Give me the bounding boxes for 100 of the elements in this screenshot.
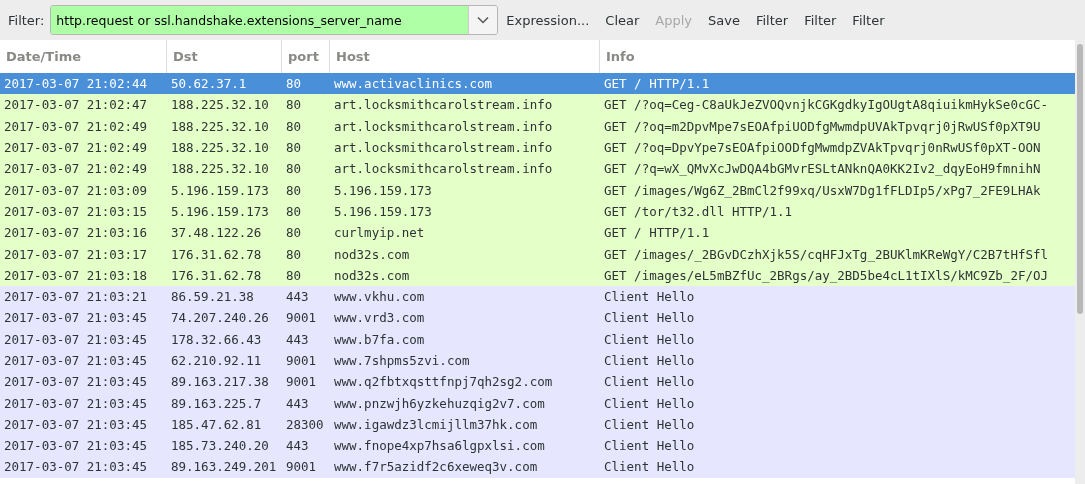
date-cell-text: 2017-03-07 21:03:45 xyxy=(3,331,148,347)
table-row[interactable]: 2017-03-07 21:03:45 89.163.249.201 9001 www.f7r5azidf2c6xeweq3v.com Client Hello xyxy=(0,456,1075,478)
dropdown-button[interactable] xyxy=(468,6,498,34)
host-cell-text: www.pnzwjh6yzkehuzqig2v7.com xyxy=(333,395,546,411)
toolbar-button[interactable]: Clear xyxy=(597,6,648,34)
port-cell-text: 80 xyxy=(285,140,303,156)
date-cell-text: 2017-03-07 21:03:45 xyxy=(3,459,148,475)
address-cell-text: 86.59.21.38 xyxy=(170,289,255,305)
port-cell-text: 80 xyxy=(285,76,303,92)
date-cell-text: 2017-03-07 21:03:45 xyxy=(3,416,148,432)
port-cell-text: 80 xyxy=(285,118,303,134)
table-row[interactable]: 2017-03-07 21:02:49 188.225.32.10 80 art.locksmithcarolstream.info GET /?q=wX_QMvXcJwDQA4bGMvrESLtANknQA0KK2Iv2_dqyEoH9fmnihN xyxy=(0,158,1075,180)
port-cell-text: 9001 xyxy=(285,310,318,326)
host-cell-text: www.fnope4xp7hsa6lgpxlsi.com xyxy=(333,438,546,454)
port-cell-text: 9001 xyxy=(285,374,318,390)
host-cell-text: art.locksmithcarolstream.info xyxy=(333,97,554,113)
port-cell-text: 80 xyxy=(285,225,303,241)
table-row[interactable]: 2017-03-07 21:02:49 188.225.32.10 80 art.locksmithcarolstream.info GET /?oq=DpvYpe7sEOAfpiOODfgMwmdpZVAkTpvqrj0nRwUSf0pXT-OON xyxy=(0,136,1075,159)
host-cell-text: art.locksmithcarolstream.info xyxy=(333,140,554,156)
toolbar-button[interactable]: Filter xyxy=(796,6,845,34)
info-cell-text: Client Hello xyxy=(603,416,696,432)
info-cell-text: GET /images/_2BGvDCzhXjk5S/cqHFJxTg_2BUKlmKReWgY/C2B7tHfSfl xyxy=(603,246,1049,262)
port-cell-text: 443 xyxy=(285,395,310,411)
host-cell-text: 5.196.159.173 xyxy=(333,203,433,219)
filter-field[interactable]: http.request or ssl.handshake.extensions_server_name xyxy=(50,5,499,35)
host-cell-text: 5.196.159.173 xyxy=(333,182,433,198)
toolbar-button[interactable]: Save xyxy=(700,6,748,34)
table-row[interactable]: 2017-03-07 21:03:45 185.47.62.81 28300 www.igawdz3lcmijllm37hk.com Client Hello xyxy=(0,413,1075,436)
table-row[interactable]: 2017-03-07 21:03:18 176.31.62.78 80 nod32s.com GET /images/eL5mBZfUc_2BRgs/ay_2BD5be4cL1tIXlS/kMC9Zb_2F/OJ xyxy=(0,264,1075,286)
table-row[interactable]: 2017-03-07 21:03:45 178.32.66.43 443 www.b7fa.com Client Hello xyxy=(0,328,1075,350)
port-cell-text: 80 xyxy=(285,97,303,113)
address-cell-text: 89.163.225.7 xyxy=(170,395,263,411)
port-cell-text: 443 xyxy=(285,438,310,454)
date-cell-text: 2017-03-07 21:03:45 xyxy=(3,374,148,390)
address-cell-text: 188.225.32.10 xyxy=(170,140,270,156)
address-cell-text: 188.225.32.10 xyxy=(170,161,270,177)
table-row[interactable]: 2017-03-07 21:03:21 86.59.21.38 443 www.vkhu.com Client Hello xyxy=(0,285,1075,308)
date-cell-text: 2017-03-07 21:03:16 xyxy=(3,225,148,241)
table-row[interactable]: 2017-03-07 21:03:09 5.196.159.173 80 5.196.159.173 GET /images/Wg6Z_2BmCl2f99xq/UsxW7Dg1fFLDIp5/xPg7_2FE9LHAk xyxy=(0,179,1075,201)
info-cell-text: GET /?q=wX_QMvXcJwDQA4bGMvrESLtANknQA0KK2Iv2_dqyEoH9fmnihN xyxy=(603,161,1042,177)
date-cell-text: 2017-03-07 21:02:49 xyxy=(3,140,148,156)
host-cell-text: art.locksmithcarolstream.info xyxy=(333,118,554,134)
table-row[interactable]: 2017-03-07 21:02:47 188.225.32.10 80 art.locksmithcarolstream.info GET /?oq=Ceg-C8aUkJeZVOQvnjkCGKgdkyIgOUgtA8qiuikmHykSe0cGC- xyxy=(0,94,1075,116)
table-row[interactable]: 2017-03-07 21:03:15 5.196.159.173 80 5.196.159.173 GET /tor/t32.dll HTTP/1.1 xyxy=(0,200,1075,223)
toolbar-button[interactable]: Filter xyxy=(844,6,893,34)
table-row[interactable]: 2017-03-07 21:03:16 37.48.122.26 80 curlmyip.net GET / HTTP/1.1 xyxy=(0,222,1075,244)
table-row[interactable]: 2017-03-07 21:03:45 185.73.240.20 443 www.fnope4xp7hsa6lgpxlsi.com Client Hello xyxy=(0,435,1075,457)
table-row[interactable]: 2017-03-07 21:02:49 188.225.32.10 80 art.locksmithcarolstream.info GET /?oq=m2DpvMpe7sEOAfpiUODfgMwmdpUVAkTpvqrj0jRwUSf0pXT9U xyxy=(0,115,1075,137)
host-cell-text: art.locksmithcarolstream.info xyxy=(333,161,554,177)
address-cell-text: 188.225.32.10 xyxy=(170,97,270,113)
table-row[interactable]: 2017-03-07 21:03:45 74.207.240.26 9001 www.vrd3.com Client Hello xyxy=(0,307,1075,329)
port-cell-text: 9001 xyxy=(285,353,318,368)
scrollbar-thumb[interactable] xyxy=(1077,44,1083,314)
address-cell-text: 5.196.159.173 xyxy=(170,182,270,198)
toolbar-button[interactable]: Filter xyxy=(747,6,797,34)
info-cell-text: GET /tor/t32.dll HTTP/1.1 xyxy=(603,203,794,219)
host-cell-text: www.vkhu.com xyxy=(333,289,426,305)
chevron-down-icon xyxy=(477,16,490,24)
info-cell-text: GET / HTTP/1.1 xyxy=(603,225,711,241)
info-cell-text: Client Hello xyxy=(603,289,696,305)
address-cell-text: 5.196.159.173 xyxy=(170,203,270,219)
toolbar-button[interactable]: Expression... xyxy=(498,6,598,34)
table-row[interactable]: 2017-03-07 21:03:45 62.210.92.11 9001 www.7shpms5zvi.com Client Hello xyxy=(0,349,1075,372)
port-cell-text: 80 xyxy=(285,267,303,283)
host-cell-text: www.b7fa.com xyxy=(333,331,426,347)
info-cell-text: GET /images/Wg6Z_2BmCl2f99xq/UsxW7Dg1fFLDIp5/xPg7_2FE9LHAk xyxy=(603,182,1042,198)
filter-label: Filter: xyxy=(8,12,45,28)
date-cell-text: 2017-03-07 21:03:21 xyxy=(3,289,148,305)
info-cell-text: Client Hello xyxy=(603,374,696,390)
address-cell-text: 178.32.66.43 xyxy=(170,331,263,347)
info-cell-text: Client Hello xyxy=(603,438,696,454)
host-cell-text: www.f7r5azidf2c6xeweq3v.com xyxy=(333,459,539,475)
host-cell-text: www.7shpms5zvi.com xyxy=(333,353,471,368)
address-cell-text: 188.225.32.10 xyxy=(170,118,270,134)
host-cell-text: www.vrd3.com xyxy=(333,310,426,326)
table-row[interactable]: 2017-03-07 21:03:45 89.163.225.7 443 www.pnzwjh6yzkehuzqig2v7.com Client Hello xyxy=(0,392,1075,414)
address-cell-text: 176.31.62.78 xyxy=(170,267,263,283)
info-cell-text: Client Hello xyxy=(603,331,696,347)
info-cell-text: GET / HTTP/1.1 xyxy=(603,76,711,92)
date-cell-text: 2017-03-07 21:02:44 xyxy=(3,76,148,92)
host-cell-text: curlmyip.net xyxy=(333,225,426,241)
date-cell-text: 2017-03-07 21:03:15 xyxy=(3,203,148,219)
date-cell-text: 2017-03-07 21:02:47 xyxy=(3,97,148,113)
address-cell-text: 89.163.217.38 xyxy=(170,374,270,390)
date-cell-text: 2017-03-07 21:03:45 xyxy=(3,438,148,454)
date-cell-text: 2017-03-07 21:03:45 xyxy=(3,310,148,326)
date-cell-text: 2017-03-07 21:03:18 xyxy=(3,267,148,283)
table-row[interactable]: 2017-03-07 21:03:17 176.31.62.78 80 nod32s.com GET /images/_2BGvDCzhXjk5S/cqHFJxTg_2BUKlmKReWgY/C2B7tHfSfl xyxy=(0,243,1075,265)
address-cell-text: 185.73.240.20 xyxy=(170,438,270,454)
table-row[interactable]: 2017-03-07 21:03:45 89.163.217.38 9001 www.q2fbtxqsttfnpj7qh2sg2.com Client Hello xyxy=(0,371,1075,393)
port-cell-text: 443 xyxy=(285,289,310,305)
date-cell-text: 2017-03-07 21:03:45 xyxy=(3,353,148,368)
date-cell-text: 2017-03-07 21:03:09 xyxy=(3,182,148,198)
info-cell-text: Client Hello xyxy=(603,459,696,475)
info-cell-text: GET /?oq=Ceg-C8aUkJeZVOQvnjkCGKgdkyIgOUgtA8qiuikmHykSe0cGC- xyxy=(603,97,1049,113)
port-cell-text: 80 xyxy=(285,203,303,219)
address-cell-text: 89.163.249.201 xyxy=(170,459,278,475)
host-cell-text: www.q2fbtxqsttfnpj7qh2sg2.com xyxy=(333,374,554,390)
port-cell-text: 443 xyxy=(285,331,310,347)
address-cell-text: 50.62.37.1 xyxy=(170,76,248,92)
